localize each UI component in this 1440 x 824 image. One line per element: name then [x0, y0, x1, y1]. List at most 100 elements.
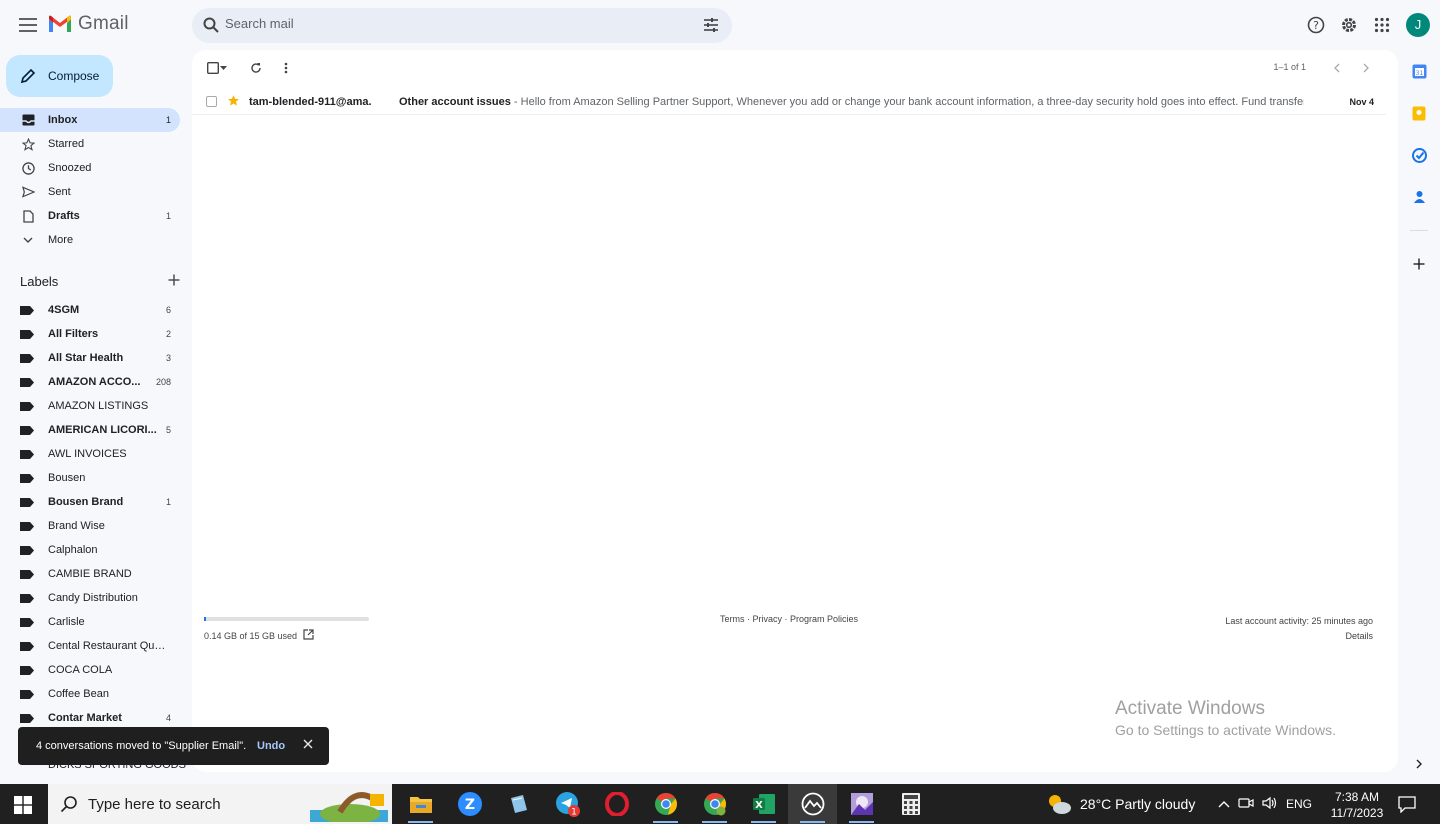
label-name: Calphalon — [48, 544, 98, 556]
email-date: Nov 4 — [1349, 96, 1374, 107]
chrome-profile-icon[interactable] — [690, 784, 739, 824]
google-apps-icon[interactable] — [1369, 12, 1394, 37]
storage-text: 0.14 GB of 15 GB used — [204, 630, 298, 641]
label-item[interactable]: Bousen — [0, 466, 192, 490]
label-item[interactable]: Brand Wise — [0, 514, 192, 538]
windows-taskbar: Type here to search Z 1 X 28°C Partly cl… — [0, 784, 1440, 824]
storage-progress-bar — [204, 617, 369, 621]
label-item[interactable]: AMAZON LISTINGS — [0, 394, 192, 418]
expand-side-panel-icon[interactable] — [1411, 756, 1427, 772]
sidebar-item-drafts[interactable]: Drafts 1 — [0, 204, 180, 228]
contacts-icon[interactable] — [1411, 189, 1427, 205]
windows-start-icon[interactable] — [14, 796, 32, 817]
label-item[interactable]: Coffee Bean — [0, 682, 192, 706]
add-addon-icon[interactable] — [1411, 256, 1427, 272]
sidebar-item-inbox[interactable]: Inbox 1 — [0, 108, 180, 132]
calendar-icon[interactable]: 31 — [1411, 63, 1427, 79]
label-item[interactable]: 4SGM 6 — [0, 298, 192, 322]
label-item[interactable]: All Filters 2 — [0, 322, 192, 346]
add-label-icon[interactable] — [168, 274, 180, 289]
opera-icon[interactable] — [592, 784, 641, 824]
sidebar-item-snoozed[interactable]: Snoozed — [0, 156, 180, 180]
settings-gear-icon[interactable] — [1336, 12, 1361, 37]
image-viewer-icon[interactable] — [837, 784, 886, 824]
label-tag-icon — [20, 305, 34, 315]
compose-button[interactable]: Compose — [6, 55, 113, 97]
footer-links[interactable]: Terms · Privacy · Program Policies — [720, 614, 858, 624]
active-app-icon[interactable] — [788, 784, 837, 824]
label-name: Bousen — [48, 472, 86, 484]
notification-center-icon[interactable] — [1398, 796, 1416, 816]
email-row[interactable]: tam-blended-911@ama. Other account issue… — [192, 89, 1386, 115]
zoom-icon[interactable]: Z — [445, 784, 494, 824]
label-name: AMAZON ACCO... — [48, 376, 141, 388]
email-snippet: - Hello from Amazon Selling Partner Supp… — [510, 95, 1304, 108]
nav-count: 1 — [165, 211, 171, 221]
label-item[interactable]: COCA COLA — [0, 658, 192, 682]
more-vert-icon[interactable] — [277, 59, 295, 77]
main-menu-icon[interactable] — [16, 13, 40, 37]
label-name: Carlisle — [48, 616, 85, 628]
sidebar-item-sent[interactable]: Sent — [0, 180, 180, 204]
gmail-logo[interactable]: Gmail — [48, 13, 129, 35]
nav-count: 1 — [165, 115, 171, 125]
label-count: 2 — [165, 329, 171, 339]
label-tag-icon — [20, 449, 34, 459]
weather-widget[interactable]: 28°C Partly cloudy — [1046, 784, 1195, 824]
email-checkbox[interactable] — [206, 96, 217, 107]
language-indicator[interactable]: ENG — [1286, 797, 1312, 811]
sidebar-item-starred[interactable]: Starred — [0, 132, 180, 156]
label-name: All Star Health — [48, 352, 124, 364]
label-item[interactable]: Bousen Brand 1 — [0, 490, 192, 514]
chrome-icon[interactable] — [641, 784, 690, 824]
search-input[interactable] — [225, 16, 685, 31]
search-icon[interactable] — [202, 16, 220, 37]
star-outline-icon — [20, 137, 36, 151]
label-count: 4 — [165, 713, 171, 723]
undo-button[interactable]: Undo — [257, 740, 285, 752]
details-link[interactable]: Details — [1225, 629, 1373, 644]
watermark-subtitle: Go to Settings to activate Windows. — [1115, 722, 1336, 738]
star-filled-icon[interactable] — [227, 94, 240, 110]
select-dropdown-icon[interactable] — [218, 59, 228, 77]
label-item[interactable]: AMAZON ACCO... 208 — [0, 370, 192, 394]
tasks-icon[interactable] — [1411, 147, 1427, 163]
label-item[interactable]: Calphalon — [0, 538, 192, 562]
telegram-icon[interactable]: 1 — [543, 784, 592, 824]
label-item[interactable]: CAMBIE BRAND — [0, 562, 192, 586]
file-explorer-icon[interactable] — [396, 784, 445, 824]
chevron-right-icon[interactable] — [1357, 59, 1375, 77]
label-item[interactable]: All Star Health 3 — [0, 346, 192, 370]
label-item[interactable]: Carlisle — [0, 610, 192, 634]
label-item[interactable]: AMERICAN LICORI... 5 — [0, 418, 192, 442]
pagination-text: 1–1 of 1 — [1273, 62, 1306, 72]
label-item[interactable]: Candy Distribution — [0, 586, 192, 610]
volume-icon[interactable] — [1262, 796, 1278, 813]
label-item[interactable]: Cental Restaurant Quot... — [0, 634, 192, 658]
label-tag-icon — [20, 713, 34, 723]
label-item[interactable]: AWL INVOICES — [0, 442, 192, 466]
label-name: COCA COLA — [48, 664, 113, 676]
account-avatar[interactable]: J — [1406, 12, 1430, 37]
help-icon[interactable]: ? — [1303, 12, 1328, 37]
label-tag-icon — [20, 377, 34, 387]
excel-icon[interactable]: X — [739, 784, 788, 824]
meet-now-icon[interactable] — [1238, 796, 1254, 813]
label-name: Brand Wise — [48, 520, 105, 532]
chevron-left-icon[interactable] — [1327, 59, 1345, 77]
taskbar-clock[interactable]: 7:38 AM 11/7/2023 — [1322, 789, 1392, 821]
open-external-icon[interactable] — [303, 629, 314, 642]
search-options-icon[interactable] — [702, 16, 720, 37]
taskbar-search-box[interactable]: Type here to search — [48, 784, 392, 824]
close-icon[interactable] — [303, 739, 313, 752]
label-name: AWL INVOICES — [48, 448, 127, 460]
label-name: Contar Market — [48, 712, 122, 724]
chevron-up-icon[interactable] — [1218, 797, 1230, 811]
refresh-icon[interactable] — [247, 59, 265, 77]
keep-icon[interactable] — [1411, 105, 1427, 121]
account-activity: Last account activity: 25 minutes ago De… — [1225, 614, 1373, 644]
search-bar[interactable] — [192, 8, 732, 43]
notes-app-icon[interactable] — [494, 784, 543, 824]
sidebar-item-more[interactable]: More — [0, 228, 180, 252]
calculator-icon[interactable] — [886, 784, 935, 824]
